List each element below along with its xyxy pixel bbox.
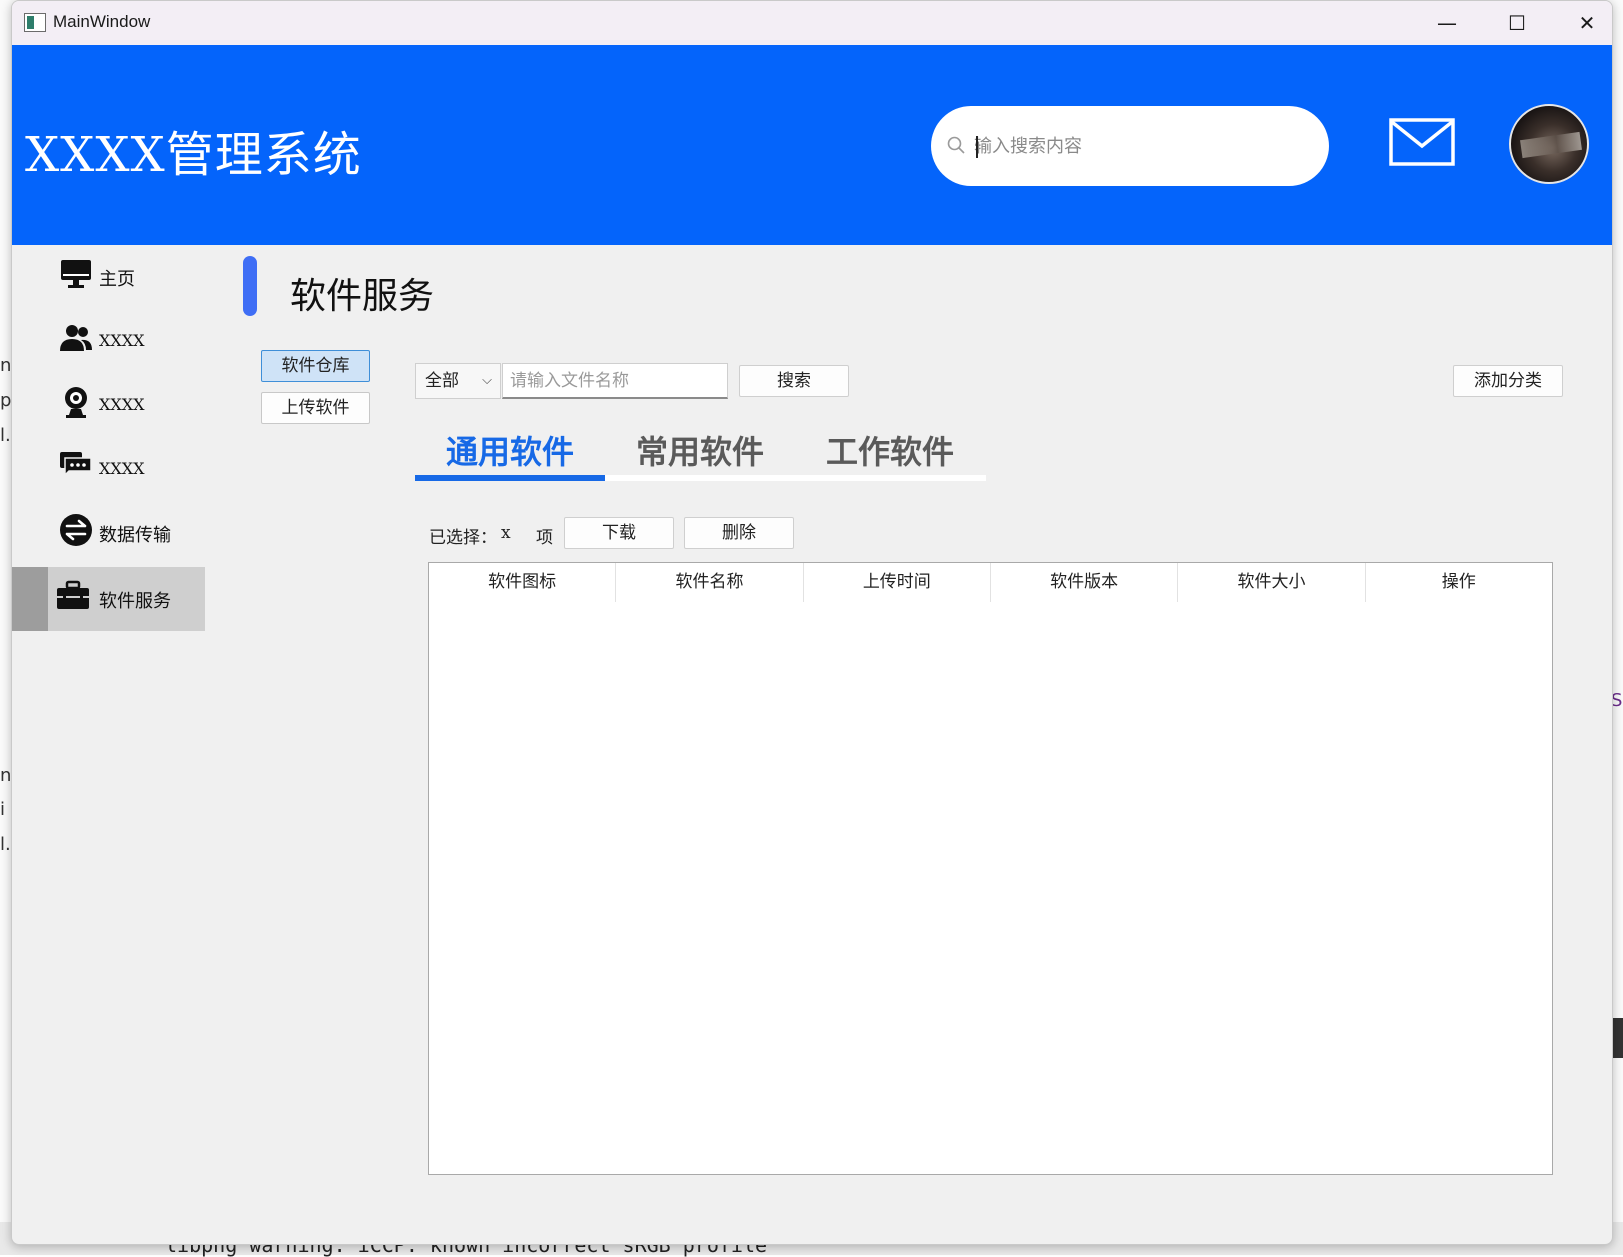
text-caret — [976, 136, 978, 158]
app-icon — [24, 13, 46, 32]
avatar[interactable] — [1509, 104, 1589, 184]
tab-common-software[interactable]: 常用软件 — [605, 427, 795, 475]
search-icon — [947, 136, 965, 154]
sidebar-item-label: 数据传输 — [99, 525, 171, 546]
software-repo-button[interactable]: 软件仓库 — [261, 350, 370, 382]
title-bar[interactable]: MainWindow — ☐ ✕ — [12, 1, 1612, 45]
webcam-icon — [65, 387, 87, 418]
selected-label: 已选择： — [429, 528, 497, 548]
page-title: 软件服务 — [290, 276, 435, 317]
sidebar-item-users[interactable]: XXXX — [12, 309, 205, 373]
sidebar-item-label: XXXX — [99, 459, 145, 478]
mail-icon[interactable] — [1389, 118, 1455, 166]
main-window: MainWindow — ☐ ✕ XXXX管理系统 输入搜索内容 主页 XXXX… — [11, 0, 1613, 1245]
upload-software-button[interactable]: 上传软件 — [261, 392, 370, 424]
window-title: MainWindow — [53, 12, 151, 31]
app-header: XXXX管理系统 — [12, 45, 1612, 245]
tab-work-software[interactable]: 工作软件 — [795, 427, 985, 475]
software-table[interactable]: 软件图标 软件名称 上传时间 软件版本 软件大小 操作 — [428, 562, 1553, 1175]
category-select-value: 全部 — [425, 371, 459, 391]
download-button[interactable]: 下载 — [564, 517, 674, 549]
delete-button[interactable]: 删除 — [684, 517, 794, 549]
column-header[interactable]: 软件图标 — [429, 563, 617, 602]
file-name-input[interactable] — [502, 363, 728, 399]
background-text-fragment: i — [0, 799, 6, 820]
sidebar-item-home[interactable]: 主页 — [12, 245, 205, 309]
search-input[interactable] — [974, 124, 1304, 168]
sidebar-item-data-transfer[interactable]: 数据传输 — [12, 501, 205, 565]
column-header[interactable]: 操作 — [1366, 563, 1552, 602]
users-icon — [60, 325, 92, 351]
column-header[interactable]: 软件大小 — [1178, 563, 1366, 602]
toolbox-icon — [57, 580, 89, 609]
sidebar-item-label: XXXX — [99, 331, 145, 350]
active-tab-indicator — [415, 475, 605, 481]
selected-unit: 项 — [536, 528, 553, 548]
column-header[interactable]: 软件版本 — [991, 563, 1179, 602]
sidebar-item-label: XXXX — [99, 395, 145, 414]
sidebar-item-webcam[interactable]: XXXX — [12, 373, 205, 437]
sidebar-item-software-service[interactable]: 软件服务 — [12, 567, 205, 631]
tab-general-software[interactable]: 通用软件 — [415, 427, 605, 475]
minimize-button[interactable]: — — [1412, 5, 1482, 41]
column-header[interactable]: 上传时间 — [804, 563, 991, 602]
chat-icon — [60, 452, 92, 477]
selected-count: x — [501, 523, 511, 543]
sidebar-item-label: 主页 — [99, 269, 135, 290]
close-button[interactable]: ✕ — [1552, 5, 1612, 41]
sidebar-item-chat[interactable]: XXXX — [12, 437, 205, 501]
category-select[interactable]: 全部 ⌵ — [415, 363, 501, 399]
maximize-button[interactable]: ☐ — [1482, 5, 1552, 41]
search-box[interactable] — [931, 106, 1329, 186]
transfer-icon — [60, 514, 92, 546]
software-tabs: 通用软件 常用软件 工作软件 — [415, 419, 986, 481]
table-header: 软件图标 软件名称 上传时间 软件版本 软件大小 操作 — [429, 563, 1552, 602]
search-button[interactable]: 搜索 — [739, 365, 849, 397]
add-category-button[interactable]: 添加分类 — [1453, 365, 1563, 397]
background-text-fragment: p — [0, 390, 12, 411]
chevron-down-icon: ⌵ — [482, 373, 492, 388]
monitor-icon — [61, 260, 91, 288]
page-title-marker — [243, 256, 257, 316]
column-header[interactable]: 软件名称 — [616, 563, 804, 602]
sidebar-item-label: 软件服务 — [99, 591, 171, 612]
system-title: XXXX管理系统 — [25, 127, 362, 183]
